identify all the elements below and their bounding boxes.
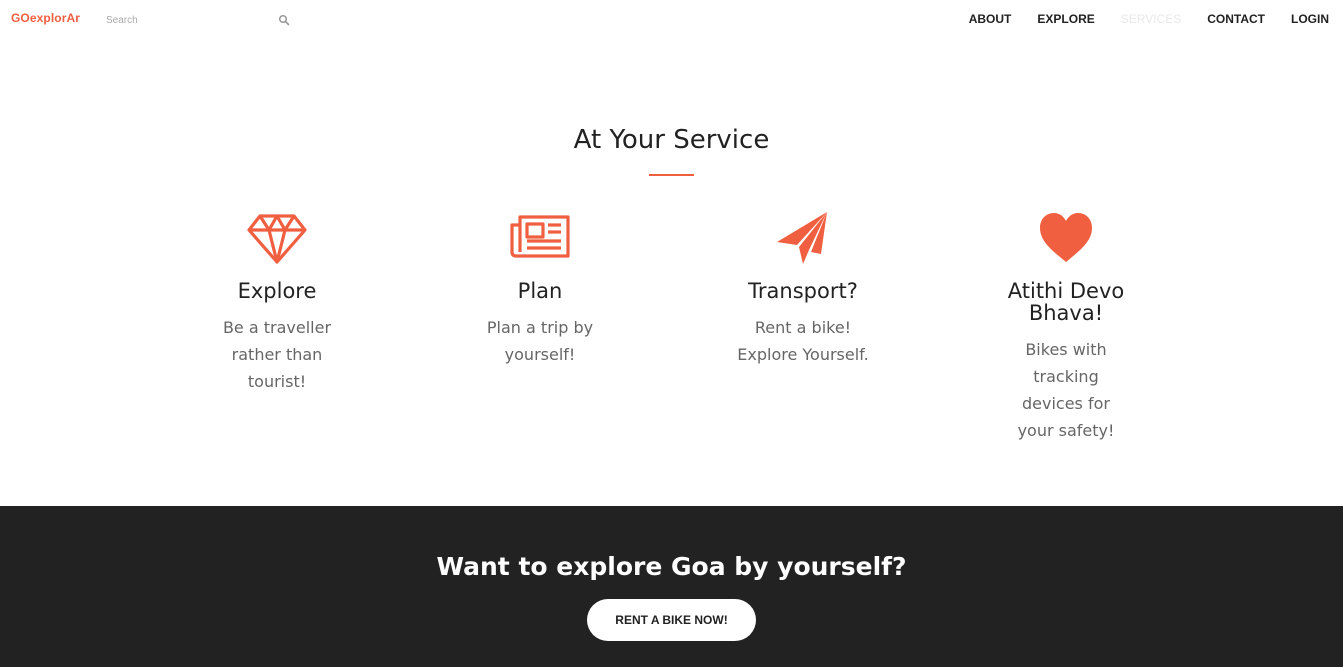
newspaper-icon: [510, 215, 570, 258]
search-box: [106, 11, 292, 29]
nav-link-login[interactable]: LOGIN: [1291, 12, 1329, 26]
service-name: Atithi Devo Bhava!: [1007, 279, 1125, 325]
diamond-icon: [247, 214, 307, 264]
nav-link-explore[interactable]: EXPLORE: [1037, 12, 1094, 26]
service-description: Bikes with tracking devices for your saf…: [1017, 340, 1115, 440]
search-input[interactable]: [106, 11, 276, 29]
service-name: Explore: [237, 279, 317, 303]
service-description: Plan a trip by yourself!: [486, 318, 594, 364]
service-name: Transport?: [748, 279, 858, 303]
service-description: Be a traveller rather than tourist!: [222, 318, 332, 391]
paper-plane-icon: [777, 212, 827, 264]
service-explore: Explore Be a traveller rather than touri…: [197, 208, 357, 395]
nav-links: ABOUT EXPLORE SERVICES CONTACT LOGIN: [943, 12, 1329, 26]
service-plan: Plan Plan a trip by yourself!: [460, 208, 620, 368]
search-icon[interactable]: [278, 14, 290, 26]
cta-heading: Want to explore Goa by yourself?: [436, 552, 907, 581]
title-divider: [649, 174, 694, 176]
navbar: GOexplorAr ABOUT EXPLORE SERVICES CONTAC…: [0, 0, 1343, 40]
rent-bike-button[interactable]: RENT A BIKE NOW!: [587, 599, 756, 641]
heart-icon: [1040, 213, 1092, 262]
brand-logo[interactable]: GOexplorAr: [11, 11, 80, 25]
service-description: Rent a bike! Explore Yourself.: [737, 318, 869, 364]
cta-section: Want to explore Goa by yourself? RENT A …: [0, 506, 1343, 667]
nav-link-contact[interactable]: CONTACT: [1207, 12, 1265, 26]
service-transport: Transport? Rent a bike! Explore Yourself…: [723, 208, 883, 368]
service-atithi: Atithi Devo Bhava! Bikes with tracking d…: [986, 208, 1146, 444]
nav-link-about[interactable]: ABOUT: [969, 12, 1012, 26]
nav-link-services[interactable]: SERVICES: [1121, 12, 1181, 26]
section-title: At Your Service: [573, 125, 770, 155]
service-name: Plan: [517, 279, 563, 303]
